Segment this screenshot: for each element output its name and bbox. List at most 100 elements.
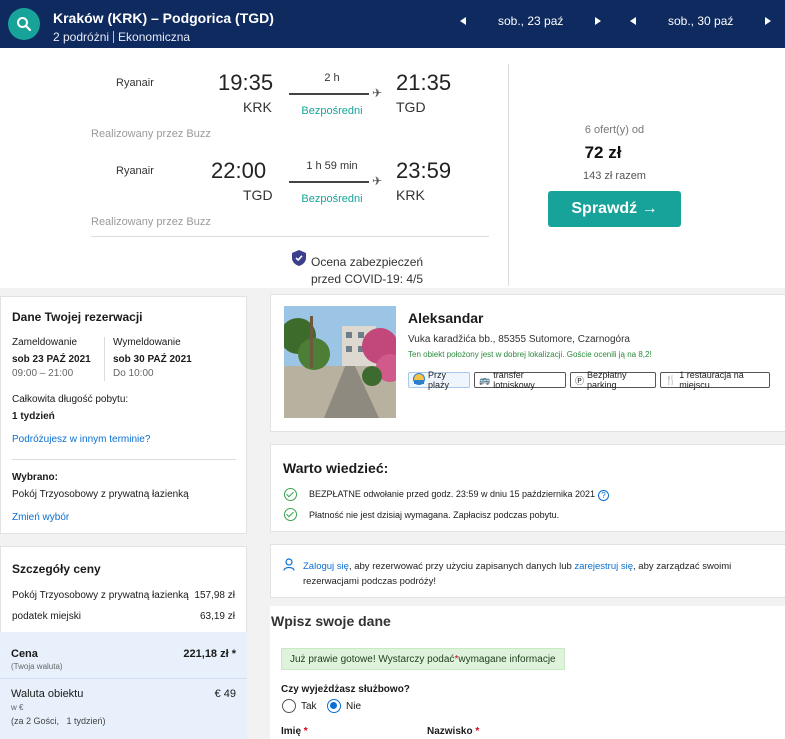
amenity-label: Bezpłatny parking — [587, 370, 627, 390]
next-return-date-icon[interactable] — [765, 17, 772, 25]
outbound-departure-time: 19:35 — [218, 70, 274, 95]
restaurant-icon: 🍴 — [665, 374, 677, 385]
return-departure-airport: TGD — [243, 187, 273, 203]
covid-rating-line2: przed COVID-19: 4/5 — [311, 272, 424, 286]
free-cancellation-detail: odwołanie przed godz. 23:59 w dniu 15 pa… — [360, 489, 596, 499]
top-bar: Kraków (KRK) – Podgorica (TGD) 2 podróżn… — [0, 0, 785, 48]
return-departure-time: 22:00 — [211, 158, 267, 183]
plane-icon: ✈ — [372, 86, 383, 100]
amenity-label: transfer lotniskowy — [493, 370, 535, 390]
next-depart-date-icon[interactable] — [595, 17, 602, 25]
cabin-class: Ekonomiczna — [118, 30, 191, 44]
return-arrival-time: 23:59 — [396, 158, 452, 183]
return-arrival-airport: KRK — [396, 187, 425, 203]
outbound-departure-airport: KRK — [243, 99, 272, 115]
other-dates-link[interactable]: Podróżujesz w innym terminie? — [12, 434, 150, 445]
business-no-label[interactable]: Nie — [346, 701, 361, 712]
user-icon — [283, 558, 295, 576]
amenity-label: 1 restauracja na miejscu — [679, 370, 744, 390]
covid-rating-line1: Ocena zabezpieczeń — [311, 255, 424, 269]
business-yes-radio[interactable] — [282, 699, 296, 713]
login-text-3: rezerwacjami podczas podróży! — [303, 576, 437, 587]
register-link[interactable]: zarejestruj się — [574, 561, 633, 572]
hotel-currency-label: Waluta obiektu — [11, 688, 84, 700]
business-yes-label[interactable]: Tak — [301, 701, 317, 712]
price-details-title: Szczegóły ceny — [12, 562, 101, 576]
hotel-address: Vuka karadžića bb., 85355 Sutomore, Czar… — [408, 334, 630, 345]
checkout-label: Wymeldowanie — [113, 337, 181, 348]
checkin-time: 09:00 – 21:00 — [12, 368, 74, 379]
amenity-label: Przy plaży — [428, 370, 450, 390]
checkout-time: Do 10:00 — [113, 368, 154, 379]
first-name-label: Imię * — [281, 726, 308, 737]
return-date[interactable]: sob., 30 paź — [668, 14, 733, 28]
return-duration: 1 h 59 min — [306, 160, 358, 172]
divider — [91, 236, 489, 237]
chosen-room: Pokój Trzyosobowy z prywatną łazienką — [12, 489, 189, 500]
required-star: * — [475, 726, 480, 737]
good-to-know-title: Warto wiedzieć: — [283, 460, 389, 476]
free-cancellation-bold: BEZPŁATNE — [309, 489, 361, 499]
airline-return: Ryanair — [116, 165, 154, 177]
chosen-label: Wybrano: — [12, 472, 58, 483]
login-prompt-panel: Zaloguj się, aby rezerwować przy użyciu … — [270, 544, 785, 598]
offer-total: 143 zł razem — [583, 170, 646, 182]
no-payment-text: Płatność nie jest dzisiaj wymagana. Zapł… — [309, 510, 560, 520]
total-price-value: 221,18 zł * — [183, 648, 236, 660]
checkin-date: sob 23 PAŹ 2021 — [12, 354, 91, 365]
travellers-count: 2 podróżni — [53, 30, 110, 44]
reservation-panel: Dane Twojej rezerwacji Zameldowanie sob … — [0, 296, 247, 534]
outbound-duration: 2 h — [324, 72, 340, 84]
hotel-location-note: Ten obiekt położony jest w dobrej lokali… — [408, 350, 652, 359]
divider — [0, 678, 247, 679]
notice-text-end: wymagane informacje — [458, 653, 556, 665]
vertical-divider — [508, 64, 509, 286]
check-circle-icon — [284, 508, 297, 521]
travellers-summary[interactable]: 2 podróżni Ekonomiczna — [53, 30, 190, 44]
amenity-airport-transfer: 🚌 transfer lotniskowy — [474, 370, 566, 390]
divider — [104, 337, 105, 381]
amenity-restaurant: 🍴 1 restauracja na miejscu — [660, 370, 770, 390]
return-operated-by: Realizowany przez Buzz — [91, 216, 211, 228]
plane-icon: ✈ — [372, 174, 383, 188]
route-title[interactable]: Kraków (KRK) – Podgorica (TGD) — [53, 10, 274, 26]
search-icon[interactable] — [8, 8, 40, 40]
return-stops: Bezpośredni — [301, 193, 363, 205]
prev-depart-date-icon[interactable] — [460, 17, 466, 25]
hotel-name[interactable]: Aleksandar — [408, 310, 483, 326]
login-link[interactable]: Zaloguj się — [303, 561, 349, 572]
last-name-label: Nazwisko * — [427, 726, 479, 737]
total-price-label: Cena — [11, 648, 38, 660]
login-prompt-text: Zaloguj się, aby rezerwować przy użyciu … — [303, 559, 731, 589]
depart-date[interactable]: sob., 23 paź — [498, 14, 563, 28]
offer-price: 72 zł — [584, 143, 622, 162]
checkin-label: Zameldowanie — [12, 337, 78, 348]
check-offer-button[interactable]: Sprawdź → — [548, 191, 681, 227]
price-total-section: Cena (Twoja waluta) 221,18 zł * Waluta o… — [0, 632, 247, 739]
divider — [12, 459, 236, 460]
outbound-segment-line — [289, 93, 369, 95]
good-to-know-panel: Warto wiedzieć: BEZPŁATNE odwołanie prze… — [270, 444, 785, 532]
outbound-operated-by: Realizowany przez Buzz — [91, 128, 211, 140]
hotel-photo[interactable] — [284, 306, 396, 418]
help-icon[interactable]: ? — [598, 490, 610, 501]
checkout-date: sob 30 PAŹ 2021 — [113, 354, 192, 365]
return-segment-line — [289, 181, 369, 183]
check-circle-icon — [284, 488, 297, 501]
change-selection-link[interactable]: Zmień wybór — [12, 512, 69, 523]
prev-return-date-icon[interactable] — [630, 17, 636, 25]
flight-result-card[interactable]: Ryanair 19:35 KRK 2 h ✈ Bezpośredni 21:3… — [0, 48, 785, 288]
covid-rating: Ocena zabezpieczeń przed COVID-19: 4/5 — [311, 254, 423, 288]
required-star: * — [303, 726, 308, 737]
outbound-stops: Bezpośredni — [301, 105, 363, 117]
parking-icon: Ⓟ — [575, 375, 585, 386]
price-row-value: 157,98 zł — [194, 590, 235, 601]
login-text-1: , aby rezerwować przy użyciu zapisanych … — [348, 561, 575, 572]
return-date-control: sob., 30 paź — [630, 14, 772, 28]
business-no-radio[interactable] — [327, 699, 341, 713]
amenity-beach: Przy plaży — [408, 370, 470, 390]
depart-date-control: sob., 23 paź — [460, 14, 602, 28]
hotel-currency-value: € 49 — [214, 688, 236, 700]
reservation-title: Dane Twojej rezerwacji — [12, 310, 143, 324]
outbound-arrival-time: 21:35 — [396, 70, 452, 95]
